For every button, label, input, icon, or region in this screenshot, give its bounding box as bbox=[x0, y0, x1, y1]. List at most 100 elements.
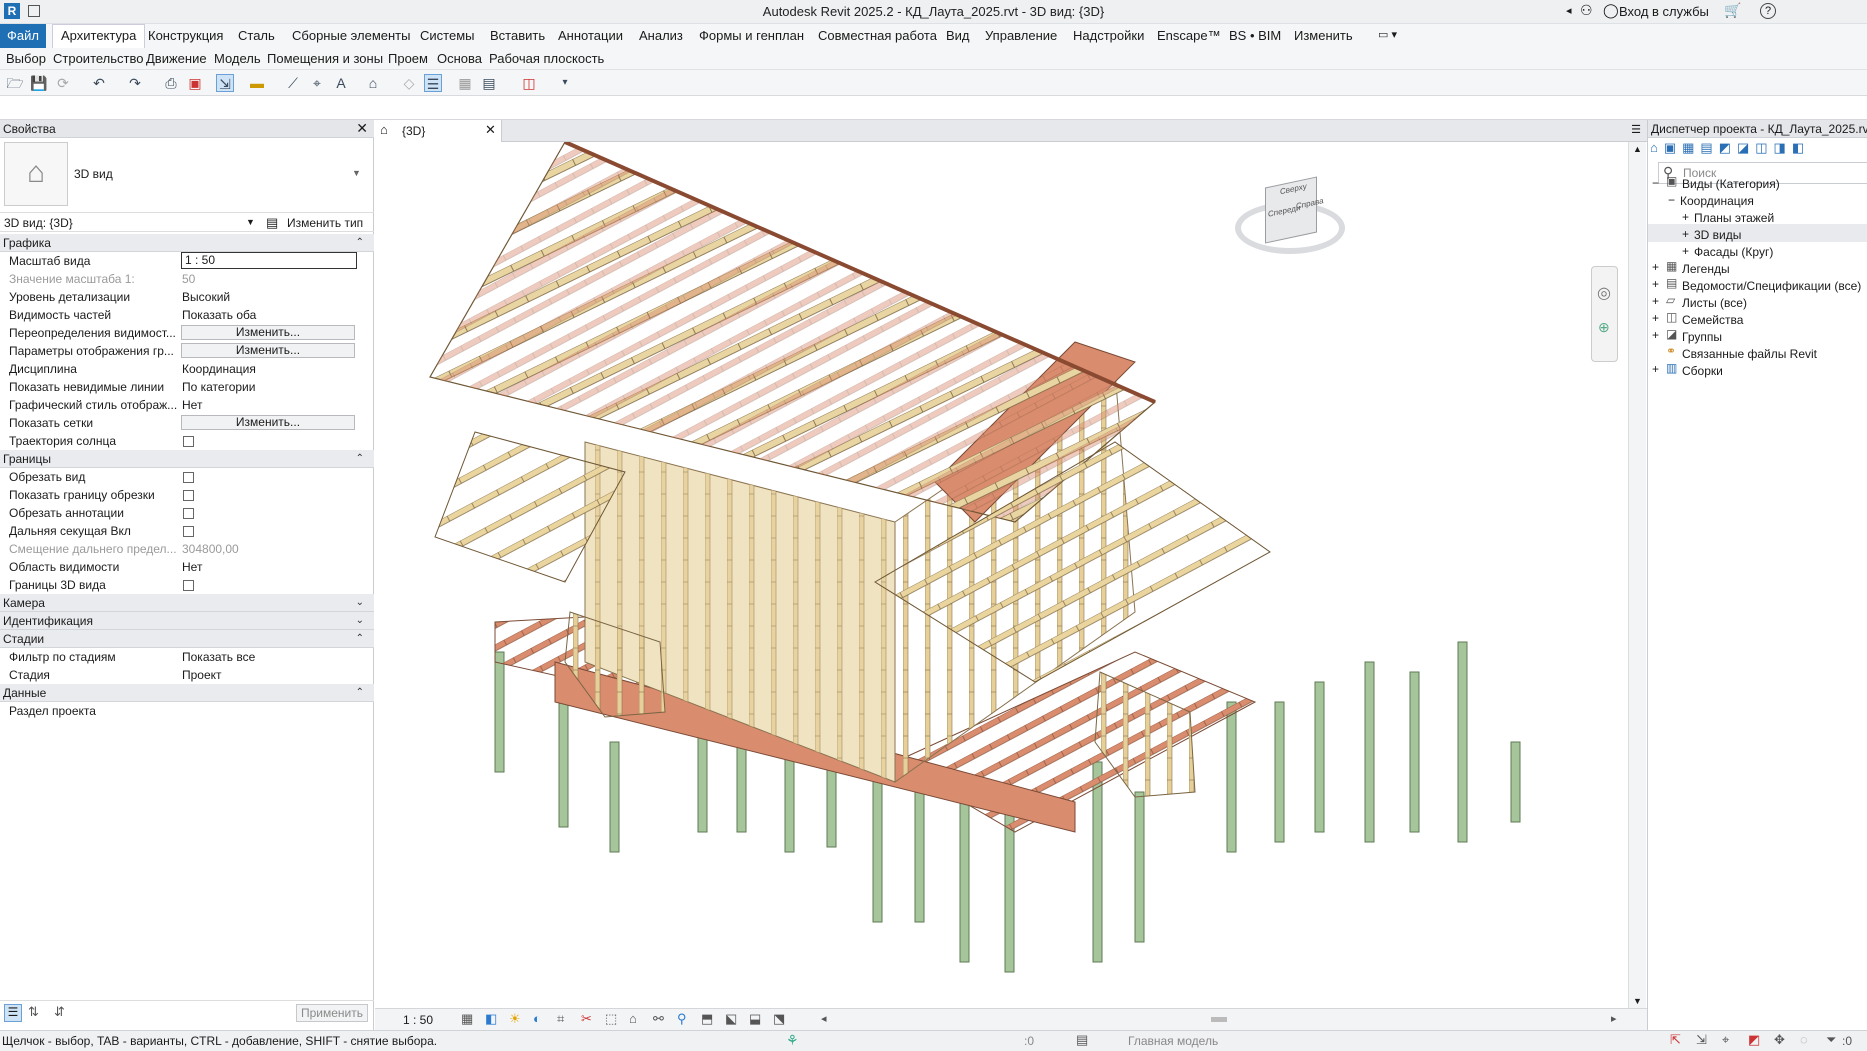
property-checkbox[interactable] bbox=[183, 526, 194, 537]
drag-elements-icon[interactable]: ✥ bbox=[1774, 1032, 1785, 1048]
panel-opening[interactable]: Проем bbox=[388, 51, 428, 66]
property-value[interactable]: 50 bbox=[182, 270, 358, 288]
panel-circulation[interactable]: Движение bbox=[146, 51, 207, 66]
panel-select[interactable]: Выбор bbox=[6, 51, 46, 66]
property-value[interactable]: 304800,00 bbox=[182, 540, 358, 558]
property-value[interactable]: 1 : 50 bbox=[181, 252, 357, 269]
property-group-header[interactable]: Границы ⌃ bbox=[0, 450, 374, 468]
print-icon[interactable]: ⎙ bbox=[162, 74, 180, 92]
edit-button[interactable]: Изменить... bbox=[181, 325, 355, 340]
panel-work-plane[interactable]: Рабочая плоскость bbox=[489, 51, 604, 66]
render-icon[interactable]: ⌗ bbox=[557, 1011, 564, 1027]
sort-desc-icon[interactable]: ⇵ bbox=[54, 1004, 65, 1020]
property-value[interactable]: Координация bbox=[182, 360, 358, 378]
apply-button[interactable]: Применить bbox=[296, 1004, 368, 1022]
expand-assemblies-icon[interactable]: + bbox=[1652, 362, 1659, 376]
expand-legends-icon[interactable]: + bbox=[1652, 260, 1659, 274]
expand-elevations-icon[interactable]: + bbox=[1682, 244, 1689, 258]
zoom-icon[interactable]: ⊕ bbox=[1598, 319, 1610, 336]
tab-addins[interactable]: Надстройки bbox=[1073, 28, 1144, 43]
property-value[interactable]: Высокий bbox=[182, 288, 358, 306]
help-button[interactable]: ? bbox=[1760, 3, 1776, 19]
active-model[interactable]: Главная модель bbox=[1128, 1034, 1218, 1048]
expand-3d-views-icon[interactable]: + bbox=[1682, 227, 1689, 241]
property-checkbox[interactable] bbox=[183, 436, 194, 447]
steering-wheel-icon[interactable]: ◎ bbox=[1597, 283, 1611, 303]
property-group-header[interactable]: Данные ⌃ bbox=[0, 684, 374, 702]
shadows-icon[interactable]: ◐ bbox=[533, 1011, 541, 1026]
tab-annotate[interactable]: Аннотации bbox=[558, 28, 623, 43]
view-tab-3d[interactable]: ⌂ {3D} ✕ bbox=[375, 120, 502, 142]
thin-lines-icon[interactable]: ☰ bbox=[424, 74, 442, 92]
save-icon[interactable]: 💾 bbox=[30, 74, 48, 92]
cart-icon[interactable]: 🛒 bbox=[1724, 2, 1741, 19]
open-icon[interactable]: 🗁 bbox=[6, 74, 24, 92]
3d-view-canvas[interactable]: Спереди Справа Сверху ◎ ⊕ bbox=[375, 140, 1628, 1008]
property-value[interactable]: Проект bbox=[182, 666, 358, 684]
tabs-menu-icon[interactable]: ☰ bbox=[1631, 123, 1641, 136]
crop-view-icon[interactable]: ✂ bbox=[581, 1011, 592, 1027]
tab-analyze[interactable]: Анализ bbox=[639, 28, 683, 43]
tree-item-sheets[interactable]: Листы (все) bbox=[1682, 296, 1747, 310]
property-checkbox[interactable] bbox=[183, 490, 194, 501]
tab-systems[interactable]: Системы bbox=[420, 28, 474, 43]
default-3d-icon[interactable]: ⌂ bbox=[364, 74, 382, 92]
tree-item-legends[interactable]: Легенды bbox=[1682, 262, 1730, 276]
tree-item-views[interactable]: Виды (Категория) bbox=[1682, 177, 1780, 191]
binoculars-icon[interactable]: ⚇ bbox=[1580, 2, 1593, 19]
edit-button[interactable]: Изменить... bbox=[181, 343, 355, 358]
temp-view-icon[interactable]: ⬒ bbox=[701, 1011, 713, 1027]
ribbon-panel-toggle-icon[interactable]: ▭ ▾ bbox=[1378, 28, 1397, 41]
panel-room-area[interactable]: Помещения и зоны bbox=[267, 51, 383, 66]
constraints-icon[interactable]: ⬔ bbox=[773, 1011, 785, 1027]
tree-item-elevations[interactable]: Фасады (Круг) bbox=[1694, 245, 1773, 259]
sort-by-group-icon[interactable]: ☰ bbox=[4, 1004, 22, 1022]
collapse-arrow-icon[interactable]: ◂ bbox=[1566, 4, 1572, 17]
instance-selector[interactable]: 3D вид: {3D} bbox=[4, 216, 73, 230]
hscroll-thumb[interactable] bbox=[1211, 1017, 1227, 1022]
highlight-icon[interactable]: ⬓ bbox=[749, 1011, 761, 1027]
tree-item-assemblies[interactable]: Сборки bbox=[1682, 364, 1723, 378]
instance-dropdown-icon[interactable]: ▼ bbox=[246, 217, 255, 227]
worksets-icon[interactable]: ⚘ bbox=[786, 1032, 799, 1049]
edit-type-icon[interactable]: ▤ bbox=[266, 215, 278, 231]
tab-view[interactable]: Вид bbox=[946, 28, 970, 43]
sort-asc-icon[interactable]: ⇅ bbox=[28, 1004, 39, 1020]
property-checkbox[interactable] bbox=[183, 508, 194, 519]
panel-build[interactable]: Строительство bbox=[53, 51, 143, 66]
visual-style-icon[interactable]: ◧ bbox=[485, 1011, 497, 1027]
tree-item-floor-plans[interactable]: Планы этажей bbox=[1694, 211, 1774, 225]
crop-region-icon[interactable]: ⬚ bbox=[605, 1011, 617, 1027]
tab-insert[interactable]: Вставить bbox=[490, 28, 545, 43]
tab-massing-site[interactable]: Формы и генплан bbox=[699, 28, 804, 43]
type-dropdown-icon[interactable]: ▼ bbox=[352, 168, 361, 178]
property-group-header[interactable]: Камера ⌄ bbox=[0, 594, 374, 612]
signin-button[interactable]: Вход в службы bbox=[1619, 4, 1709, 19]
panel-datum[interactable]: Основа bbox=[437, 51, 482, 66]
viewcube-cube[interactable]: Спереди Справа Сверху bbox=[1265, 176, 1324, 244]
background-process-icon[interactable]: ◌ bbox=[1800, 1032, 1808, 1047]
sheet-icon[interactable]: ▣ bbox=[186, 74, 204, 92]
collapse-icon[interactable]: ⌃ bbox=[356, 684, 364, 702]
property-checkbox[interactable] bbox=[183, 580, 194, 591]
tab-collaborate[interactable]: Совместная работа bbox=[818, 28, 937, 43]
collapse-icon[interactable]: ⌃ bbox=[356, 630, 364, 648]
tab-structure[interactable]: Конструкция bbox=[148, 28, 223, 43]
edit-button[interactable]: Изменить... bbox=[181, 415, 355, 430]
tree-item-families[interactable]: Семейства bbox=[1682, 313, 1743, 327]
expand-icon[interactable]: ⌄ bbox=[356, 612, 364, 630]
dimension-icon[interactable]: ⟋ bbox=[284, 74, 302, 92]
property-checkbox[interactable] bbox=[183, 472, 194, 483]
property-group-header[interactable]: Графика ⌃ bbox=[0, 234, 374, 252]
design-options-icon[interactable]: ▤ bbox=[1076, 1032, 1088, 1048]
property-value[interactable]: Показать оба bbox=[182, 306, 358, 324]
tree-item-groups[interactable]: Группы bbox=[1682, 330, 1722, 344]
close-view-icon[interactable]: ✕ bbox=[485, 122, 496, 138]
select-pinned-icon[interactable]: ⌖ bbox=[1722, 1032, 1729, 1048]
text-icon[interactable]: A bbox=[332, 74, 350, 92]
customize-icon[interactable]: ◫ bbox=[520, 74, 538, 92]
analytical-icon[interactable]: ⬕ bbox=[725, 1011, 737, 1027]
browser-toolbar[interactable]: ⌂▣▦▤◩◪◫◨◧ bbox=[1650, 140, 1866, 160]
tab-modify[interactable]: Изменить bbox=[1294, 28, 1353, 43]
expand-families-icon[interactable]: + bbox=[1652, 311, 1659, 325]
